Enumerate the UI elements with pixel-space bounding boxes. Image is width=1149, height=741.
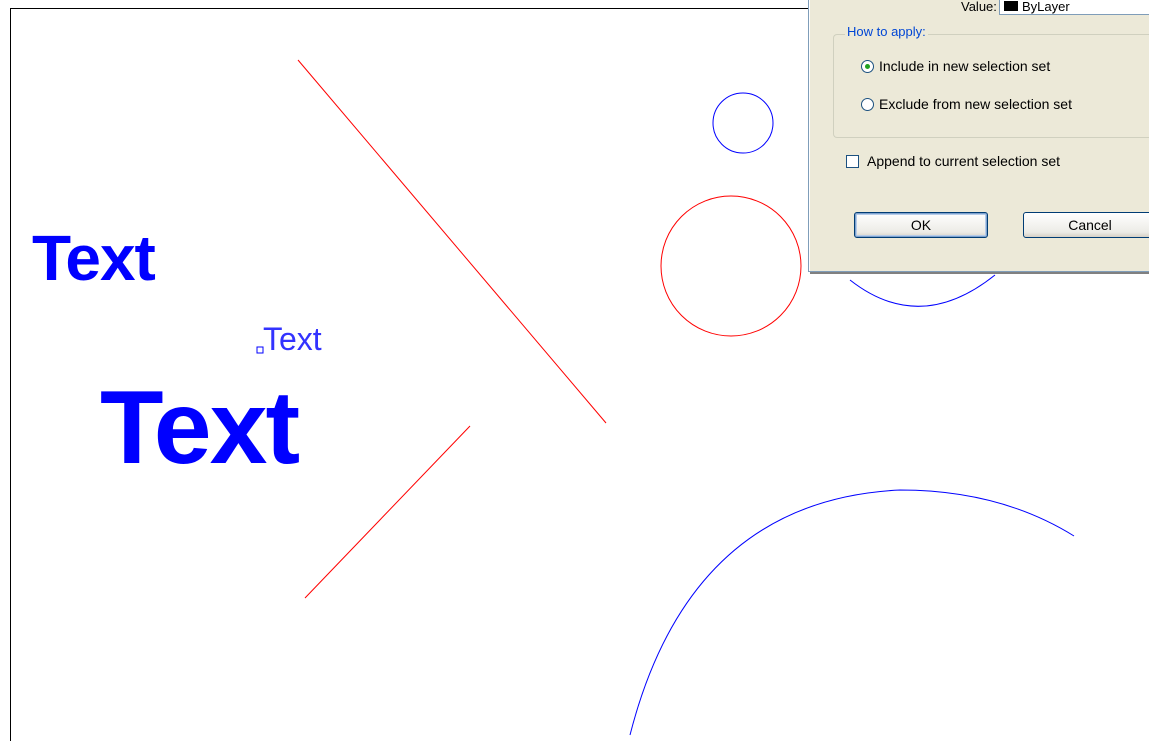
exclude-radio[interactable]: [861, 98, 874, 111]
value-label: Value:: [961, 0, 997, 14]
cancel-button[interactable]: Cancel: [1023, 212, 1149, 238]
how-to-apply-group: [833, 34, 1149, 138]
include-radio[interactable]: [861, 60, 874, 73]
quick-select-dialog: Value: ByLayer How to apply: Include in …: [808, 0, 1149, 272]
value-combobox-text: ByLayer: [1022, 0, 1070, 14]
how-to-apply-title: How to apply:: [845, 24, 928, 39]
red-circle[interactable]: [660, 195, 802, 337]
red-line-short[interactable]: [304, 425, 471, 599]
blue-arc-under-dialog[interactable]: [849, 274, 996, 307]
exclude-option-label[interactable]: Exclude from new selection set: [879, 96, 1072, 112]
ok-button[interactable]: OK: [854, 212, 988, 238]
red-line-diagonal[interactable]: [297, 59, 607, 424]
value-row: Value: ByLayer: [809, 0, 1149, 17]
color-swatch-icon: [1004, 1, 1018, 11]
radio-selected-dot: [865, 64, 870, 69]
append-checkbox[interactable]: [846, 155, 859, 168]
value-combobox[interactable]: ByLayer: [999, 0, 1149, 15]
append-checkbox-label[interactable]: Append to current selection set: [867, 153, 1060, 169]
cad-text-large[interactable]: Text: [100, 376, 300, 480]
cad-text-selected[interactable]: Text: [263, 323, 322, 355]
include-option-label[interactable]: Include in new selection set: [879, 58, 1050, 74]
cad-text-medium[interactable]: Text: [32, 226, 156, 290]
large-blue-arc[interactable]: [629, 489, 1075, 736]
small-blue-circle[interactable]: [712, 92, 774, 154]
